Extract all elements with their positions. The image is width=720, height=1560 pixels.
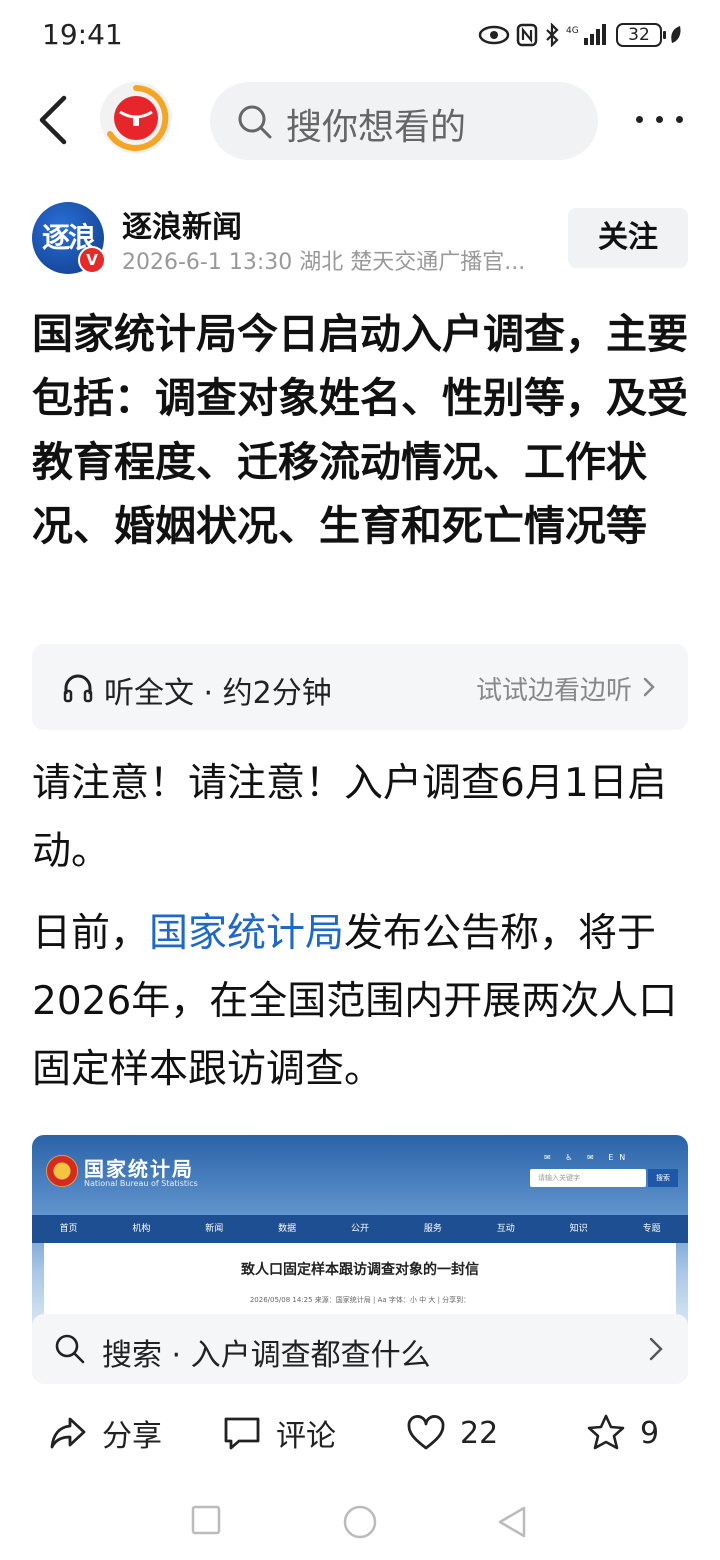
image-headline: 致人口固定样本跟访调查对象的一封信 bbox=[241, 1262, 479, 1278]
listen-bar[interactable]: 听全文 · 约2分钟 试试边看边听 bbox=[32, 644, 688, 730]
author-row: 逐浪 V 逐浪新闻 2026-6-1 13:30 湖北 楚天交通广播官... 关… bbox=[0, 198, 720, 282]
image-nav-item: 首页 bbox=[59, 1224, 78, 1234]
svg-text:4G: 4G bbox=[566, 26, 579, 36]
image-search-input: 请输入关键字 bbox=[530, 1169, 646, 1187]
battery-indicator: 32 bbox=[616, 23, 666, 47]
status-bar: 19:41 4G 32 bbox=[0, 0, 720, 70]
nav-triangle-icon[interactable] bbox=[496, 1504, 528, 1540]
image-search-button: 搜索 bbox=[648, 1169, 678, 1187]
top-bar: 搜你想看的 bbox=[0, 78, 720, 164]
image-meta: 2026/05/08 14:25 来源：国家统计局 | Aa 字体：小 中 大 … bbox=[249, 1296, 471, 1304]
author-name[interactable]: 逐浪新闻 bbox=[122, 202, 242, 246]
more-dot bbox=[676, 116, 683, 123]
nbs-link[interactable]: 国家统计局 bbox=[149, 911, 344, 956]
share-label: 分享 bbox=[102, 1419, 162, 1454]
paragraph-2: 日前，国家统计局发布公告称，将于2026年，在全国范围内开展两次人口固定样本跟访… bbox=[32, 900, 692, 1104]
article-image[interactable]: 国家统计局 National Bureau of Statistics ✉ ♿ … bbox=[32, 1135, 688, 1325]
author-meta: 2026-6-1 13:30 湖北 楚天交通广播官... bbox=[122, 250, 526, 275]
favorite-button[interactable]: 9 bbox=[586, 1408, 659, 1458]
image-nav-item: 数据 bbox=[278, 1224, 297, 1234]
image-paper: 致人口固定样本跟访调查对象的一封信 2026/05/08 14:25 来源：国家… bbox=[44, 1243, 676, 1325]
status-icons: 4G 32 bbox=[478, 18, 684, 52]
star-icon bbox=[587, 1414, 625, 1450]
share-button[interactable]: 分享 bbox=[48, 1408, 162, 1458]
leaf-icon bbox=[671, 26, 681, 43]
action-bar: 分享 评论 22 9 bbox=[0, 1398, 720, 1468]
app-logo-button[interactable] bbox=[100, 82, 172, 154]
more-button[interactable] bbox=[634, 104, 686, 134]
image-site-name-en: National Bureau of Statistics bbox=[84, 1179, 198, 1188]
paragraph-2-prefix: 日前， bbox=[32, 911, 150, 956]
follow-button[interactable]: 关注 bbox=[568, 208, 688, 268]
nav-circle-icon[interactable] bbox=[342, 1504, 378, 1540]
system-nav-bar bbox=[0, 1490, 720, 1560]
related-search-text: 搜索 · 入户调查都查什么 bbox=[102, 1338, 431, 1373]
nav-square-icon[interactable] bbox=[190, 1504, 222, 1536]
share-icon bbox=[50, 1417, 86, 1449]
like-button[interactable]: 22 bbox=[406, 1408, 498, 1458]
image-nav-item: 机构 bbox=[132, 1224, 151, 1234]
image-nav-item: 互动 bbox=[496, 1224, 515, 1234]
chevron-right-icon bbox=[643, 677, 655, 697]
app-logo-icon bbox=[107, 85, 169, 151]
image-nav-item: 新闻 bbox=[205, 1224, 224, 1234]
search-placeholder: 搜你想看的 bbox=[286, 107, 467, 148]
search-icon bbox=[55, 1334, 85, 1364]
article-title: 国家统计局今日启动入户调查，主要包括：调查对象姓名、性别等，及受教育程度、迁移流… bbox=[32, 310, 688, 550]
more-icon bbox=[636, 116, 643, 123]
back-button[interactable] bbox=[30, 90, 78, 150]
nfc-icon bbox=[516, 23, 538, 47]
image-nav-item: 知识 bbox=[569, 1224, 588, 1234]
image-nav: 首页 机构 新闻 数据 公开 服务 互动 知识 专题 bbox=[32, 1215, 688, 1243]
headphones-icon bbox=[63, 674, 93, 703]
more-dot bbox=[656, 116, 663, 123]
search-icon bbox=[238, 105, 272, 139]
emblem-icon bbox=[46, 1155, 78, 1187]
search-bar[interactable]: 搜你想看的 bbox=[210, 82, 598, 160]
signal-icon: 4G bbox=[566, 24, 606, 45]
image-nav-item: 服务 bbox=[423, 1224, 442, 1234]
listen-side-link[interactable]: 试试边看边听 bbox=[476, 670, 632, 707]
back-icon bbox=[39, 95, 67, 145]
eye-icon bbox=[478, 25, 510, 45]
status-time: 19:41 bbox=[42, 18, 123, 51]
like-count: 22 bbox=[460, 1415, 499, 1451]
heart-icon bbox=[407, 1415, 445, 1450]
verified-badge: V bbox=[78, 246, 106, 274]
favorite-count: 9 bbox=[640, 1415, 660, 1451]
comment-icon bbox=[224, 1417, 260, 1450]
image-site-name: 国家统计局 bbox=[84, 1157, 194, 1181]
bluetooth-icon bbox=[546, 23, 559, 47]
chevron-right-icon bbox=[649, 1337, 663, 1361]
related-search[interactable]: 搜索 · 入户调查都查什么 bbox=[32, 1314, 688, 1384]
image-nav-item: 公开 bbox=[351, 1224, 370, 1234]
listen-label: 听全文 · 约2分钟 bbox=[104, 676, 332, 711]
comment-button[interactable]: 评论 bbox=[222, 1408, 336, 1458]
comment-label: 评论 bbox=[276, 1419, 336, 1454]
paragraph-1: 请注意！请注意！入户调查6月1日启动。 bbox=[32, 761, 667, 874]
image-top-icons: ✉ ♿ ✉ EN bbox=[544, 1153, 632, 1162]
image-nav-item: 专题 bbox=[642, 1224, 661, 1234]
